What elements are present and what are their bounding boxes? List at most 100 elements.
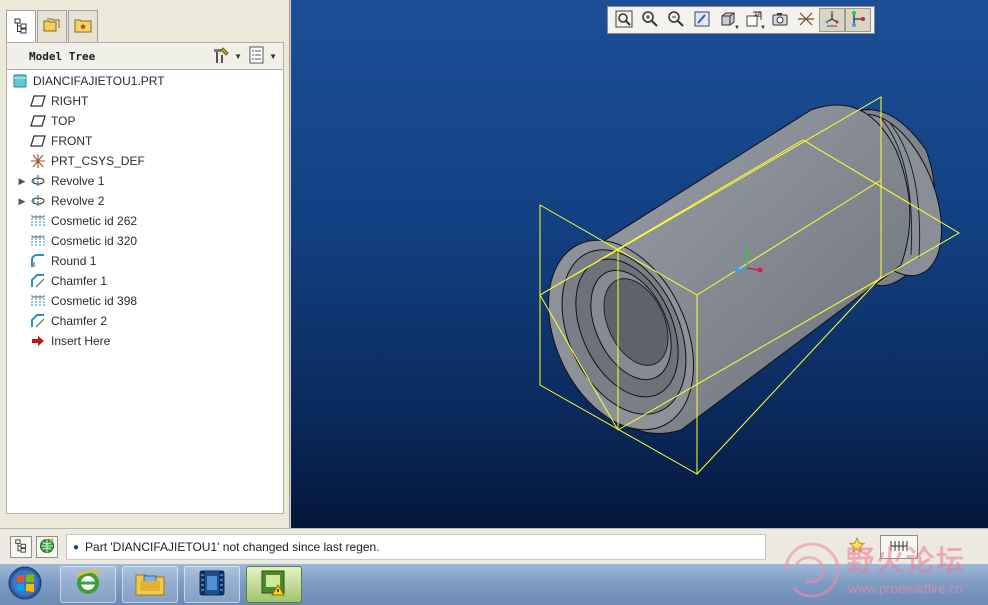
expand-arrow-icon[interactable]: ▶ bbox=[15, 196, 29, 207]
view-toolbar: ▼ AB ▼ bbox=[607, 6, 875, 34]
browser-globe-icon bbox=[39, 537, 55, 557]
tree-node-front[interactable]: FRONT bbox=[29, 131, 92, 151]
part-model[interactable] bbox=[291, 0, 988, 528]
tree-node-label: Revolve 1 bbox=[51, 174, 105, 188]
expand-arrow-icon[interactable]: ▶ bbox=[15, 176, 29, 187]
tab-model-tree[interactable] bbox=[6, 10, 36, 43]
tree-node-label: Insert Here bbox=[51, 334, 111, 348]
model-tree: DIANCIFAJIETOU1.PRT RIGHT TOP FRONT PRT_… bbox=[6, 70, 284, 514]
zoom-out-icon bbox=[667, 10, 685, 31]
tree-node-cosmetic-398[interactable]: Cosmetic id 398 bbox=[29, 291, 137, 311]
datum-plane-icon bbox=[29, 133, 47, 149]
selection-filter-button[interactable] bbox=[880, 535, 918, 559]
tree-show-button[interactable]: ▼ bbox=[248, 46, 277, 67]
tree-node-part[interactable]: DIANCIFAJIETOU1.PRT bbox=[11, 71, 165, 91]
spin-center-button[interactable] bbox=[819, 8, 845, 32]
tab-folder-browser[interactable] bbox=[37, 10, 67, 42]
navigator-panel: Model Tree ▼ ▼ DIANCIFAJIETOU1.PRT RIGHT bbox=[0, 0, 290, 530]
tab-favorites[interactable] bbox=[68, 10, 98, 42]
tree-node-csys[interactable]: PRT_CSYS_DEF bbox=[29, 151, 145, 171]
graphics-window[interactable]: ▼ AB ▼ bbox=[291, 0, 988, 528]
taskbar-media-player[interactable] bbox=[184, 566, 240, 603]
internet-explorer-icon bbox=[73, 568, 103, 601]
taskbar bbox=[0, 564, 988, 605]
svg-text:AB: AB bbox=[754, 13, 762, 19]
tree-node-label: PRT_CSYS_DEF bbox=[51, 154, 145, 168]
tree-node-right[interactable]: RIGHT bbox=[29, 91, 88, 111]
filter-star-icon bbox=[848, 536, 866, 558]
repaint-button[interactable] bbox=[689, 8, 715, 32]
model-tree-header: Model Tree ▼ ▼ bbox=[6, 42, 284, 70]
part-icon bbox=[11, 73, 29, 89]
display-style-button[interactable]: ▼ bbox=[715, 8, 741, 32]
tree-node-revolve-2[interactable]: ▶ Revolve 2 bbox=[15, 191, 105, 211]
refit-icon bbox=[615, 10, 633, 31]
model-tree-title: Model Tree bbox=[29, 49, 96, 63]
tree-node-label: Cosmetic id 398 bbox=[51, 294, 138, 308]
tree-node-label: DIANCIFAJIETOU1.PRT bbox=[33, 74, 165, 88]
selection-filter-icon bbox=[888, 538, 910, 557]
tree-node-revolve-1[interactable]: ▶ Revolve 1 bbox=[15, 171, 105, 191]
favorites-icon bbox=[74, 17, 92, 36]
cosmetic-thread-icon bbox=[29, 213, 47, 229]
tree-node-insert-here[interactable]: Insert Here bbox=[29, 331, 110, 351]
tree-node-label: Chamfer 1 bbox=[51, 274, 108, 288]
orient-mode-icon bbox=[849, 10, 867, 31]
zoom-in-icon bbox=[641, 10, 659, 31]
tree-node-cosmetic-320[interactable]: Cosmetic id 320 bbox=[29, 231, 137, 251]
model-tree-icon bbox=[13, 18, 29, 37]
tree-node-chamfer-2[interactable]: Chamfer 2 bbox=[29, 311, 107, 331]
file-explorer-icon bbox=[134, 569, 166, 600]
taskbar-internet-explorer[interactable] bbox=[60, 566, 116, 603]
round-icon bbox=[29, 253, 47, 269]
chamfer-icon bbox=[29, 273, 47, 289]
tree-node-label: Revolve 2 bbox=[51, 194, 105, 208]
chamfer-icon bbox=[29, 313, 47, 329]
toggle-browser-button[interactable] bbox=[36, 536, 58, 558]
view-manager-icon bbox=[771, 10, 789, 31]
taskbar-file-explorer[interactable] bbox=[122, 566, 178, 603]
zoom-out-button[interactable] bbox=[663, 8, 689, 32]
media-player-icon bbox=[197, 568, 227, 601]
chevron-down-icon: ▼ bbox=[269, 51, 277, 61]
zoom-in-button[interactable] bbox=[637, 8, 663, 32]
navigator-tabs bbox=[6, 10, 99, 43]
tree-settings-icon bbox=[211, 46, 231, 67]
insert-here-arrow-icon bbox=[29, 333, 47, 349]
csys-icon bbox=[29, 153, 47, 169]
taskbar-creo-app[interactable] bbox=[246, 566, 302, 603]
cosmetic-thread-icon bbox=[29, 233, 47, 249]
chevron-down-icon: ▼ bbox=[234, 51, 243, 61]
revolve-icon bbox=[29, 173, 47, 189]
tree-node-chamfer-1[interactable]: Chamfer 1 bbox=[29, 271, 107, 291]
view-manager-button[interactable] bbox=[767, 8, 793, 32]
saved-views-button[interactable]: AB ▼ bbox=[741, 8, 767, 32]
tree-settings-button[interactable]: ▼ bbox=[211, 46, 242, 67]
tree-show-icon bbox=[248, 46, 266, 67]
orient-mode-button[interactable] bbox=[845, 8, 871, 32]
status-bar: ● Part 'DIANCIFAJIETOU1' not changed sin… bbox=[0, 528, 988, 564]
datum-display-button[interactable] bbox=[793, 8, 819, 32]
tree-node-label: Cosmetic id 320 bbox=[51, 234, 138, 248]
refit-button[interactable] bbox=[611, 8, 637, 32]
folder-browser-icon bbox=[43, 17, 61, 36]
creo-app-icon bbox=[258, 568, 290, 601]
chevron-down-icon: ▼ bbox=[734, 25, 740, 31]
repaint-icon bbox=[693, 10, 711, 31]
toggle-navigator-button[interactable] bbox=[10, 536, 32, 558]
datum-plane-icon bbox=[29, 113, 47, 129]
tree-node-top[interactable]: TOP bbox=[29, 111, 75, 131]
datum-plane-icon bbox=[29, 93, 47, 109]
tree-node-label: RIGHT bbox=[51, 94, 89, 108]
status-message: Part 'DIANCIFAJIETOU1' not changed since… bbox=[85, 540, 380, 554]
start-button[interactable] bbox=[2, 566, 48, 603]
tree-node-cosmetic-262[interactable]: Cosmetic id 262 bbox=[29, 211, 137, 231]
revolve-icon bbox=[29, 193, 47, 209]
smart-filter-button[interactable] bbox=[846, 536, 868, 558]
datum-display-icon bbox=[797, 10, 815, 31]
cosmetic-thread-icon bbox=[29, 293, 47, 309]
message-area: ● Part 'DIANCIFAJIETOU1' not changed sin… bbox=[66, 534, 766, 560]
tree-node-label: Round 1 bbox=[51, 254, 97, 268]
model-tree-icon bbox=[14, 538, 28, 556]
tree-node-round-1[interactable]: Round 1 bbox=[29, 251, 96, 271]
